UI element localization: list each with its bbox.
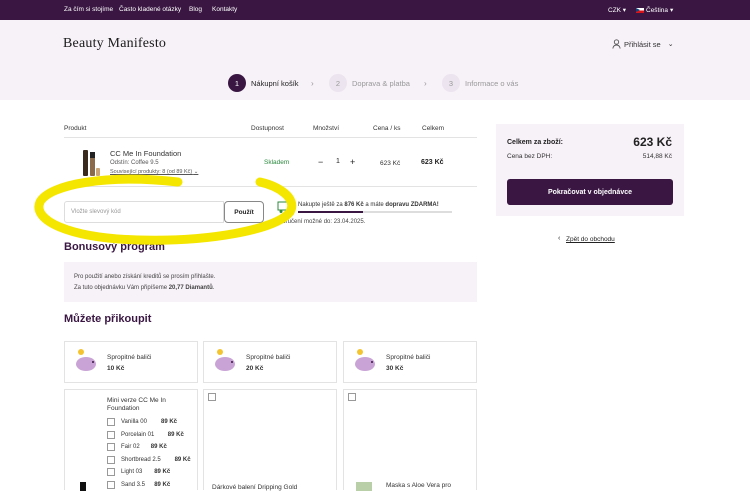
quantity-plus-button[interactable]: + (350, 157, 355, 167)
step-info[interactable]: 3 Informace o vás (442, 74, 518, 92)
option-checkbox[interactable] (107, 443, 115, 451)
highlight-annotation (34, 174, 297, 245)
bonus-box: Pro použití anebo získání kreditů se pro… (64, 262, 477, 302)
language-select[interactable]: Čeština ▾ (636, 6, 673, 14)
option-name: Sand 3.5 (121, 481, 146, 488)
chevron-left-icon: ‹ (558, 235, 561, 242)
option-name: Porcelain 01 (121, 431, 155, 438)
step-cart[interactable]: 1 Nákupní košík (228, 74, 299, 92)
quantity-minus-button[interactable]: − (318, 157, 323, 167)
continue-order-button[interactable]: Pokračovat v objednávce (507, 179, 673, 205)
summary-total: 623 Kč (633, 135, 672, 149)
top-bar: Za čím si stojíme Často kladené otázky B… (0, 0, 750, 20)
tip-card-10[interactable]: Spropitné baliči 10 Kč (64, 341, 198, 383)
option-name: Shortbread 2.5 (121, 456, 161, 463)
tip-card-20[interactable]: Spropitné baliči 20 Kč (203, 341, 337, 383)
free-shipping-progress (298, 211, 452, 213)
column-header-quantity: Množství (313, 125, 340, 132)
option-price: 89 Kč (167, 431, 184, 438)
option-price: 89 Kč (161, 419, 178, 425)
free-shipping-message: Nakupte ještě za 876 Kč a máte dopravu Z… (298, 202, 439, 208)
product-shade: Odstín: Coffee 9.5 (110, 160, 159, 166)
aloe-mask-card: Maska s Aloe Vera pro (343, 389, 477, 491)
user-icon (612, 39, 621, 49)
chevron-down-icon: ⌄ (667, 41, 674, 48)
currency-select[interactable]: CZK ▾ (608, 6, 626, 14)
option-name: Light 03 (121, 469, 143, 475)
column-header-unit-price: Cena / ks (373, 125, 401, 132)
divider (64, 137, 477, 138)
column-header-availability: Dostupnost (251, 125, 284, 132)
column-header-product: Produkt (64, 125, 87, 132)
summary-no-vat: 514,88 Kč (642, 153, 672, 160)
column-header-total: Celkem (422, 125, 445, 132)
piggy-bank-icon (76, 349, 96, 371)
mask-checkbox[interactable] (348, 393, 356, 401)
option-price: 89 Kč (150, 444, 167, 450)
chevron-right-icon: › (311, 79, 314, 88)
option-checkbox[interactable] (107, 430, 115, 439)
step-shipping[interactable]: 2 Doprava & platba (329, 74, 410, 92)
option-checkbox[interactable] (107, 418, 115, 426)
option-checkbox[interactable] (107, 468, 115, 476)
piggy-bank-icon (215, 349, 235, 371)
option-price: 89 Kč (154, 481, 171, 488)
nav-link-contacts[interactable]: Kontakty (212, 6, 237, 13)
option-name: Vanilla 00 (121, 419, 147, 425)
option-name: Fair 02 (121, 444, 140, 450)
addons-title: Můžete přikoupit (64, 313, 152, 325)
chevron-right-icon: › (424, 79, 427, 88)
gift-card: Dárkové balení Dripping Gold (203, 389, 337, 491)
login-button[interactable]: Přihlásit se ⌄ (612, 39, 674, 49)
back-to-shop-link[interactable]: Zpět do obchodu (566, 236, 615, 243)
nav-link-faq[interactable]: Často kladené otázky (119, 6, 181, 13)
option-price: 89 Kč (174, 456, 191, 463)
option-price: 89 Kč (154, 469, 171, 475)
logo[interactable]: Beauty Manifesto (63, 36, 166, 52)
piggy-bank-icon (355, 349, 375, 371)
czech-flag-icon (636, 7, 644, 13)
gift-checkbox[interactable] (208, 393, 216, 401)
unit-price: 623 Kč (380, 160, 401, 167)
tip-card-30[interactable]: Spropitné baliči 30 Kč (343, 341, 477, 383)
option-checkbox[interactable] (107, 455, 115, 464)
product-name[interactable]: CC Me In Foundation (110, 149, 181, 158)
mini-foundation-card: Mini verze CC Me In Foundation Vanilla 0… (64, 389, 198, 491)
quantity-input[interactable]: 1 (336, 158, 340, 165)
stock-status: Skladem (264, 159, 290, 166)
option-checkbox[interactable] (107, 480, 115, 489)
nav-link-values[interactable]: Za čím si stojíme (64, 6, 113, 13)
row-total: 623 Kč (421, 159, 444, 166)
nav-link-blog[interactable]: Blog (189, 6, 202, 13)
